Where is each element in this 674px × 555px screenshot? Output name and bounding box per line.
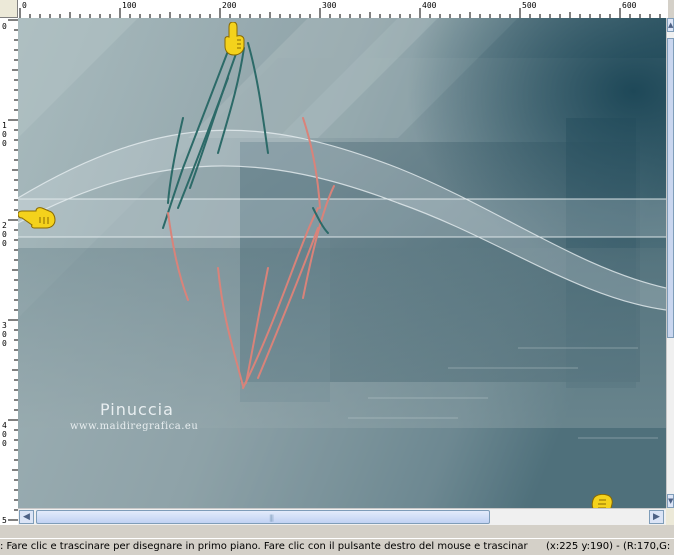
horizontal-scrollbar[interactable]: ◀ ||| ▶ [18,508,666,525]
horizontal-scroll-thumb[interactable]: ||| [36,510,490,524]
vertical-scrollbar[interactable]: ▲ ▼ [666,18,674,508]
watermark-title: Pinuccia [100,400,174,419]
ruler-corner [0,0,18,18]
scrollbar-corner [666,508,674,525]
ruler-top-label: 0 [22,1,27,10]
ruler-left-ticks [8,19,18,521]
pointing-hand-icon [17,207,56,233]
scroll-right-arrow-icon[interactable]: ▶ [649,510,664,524]
scroll-up-arrow-icon[interactable]: ▲ [667,18,674,32]
ruler-left-label: 2 0 0 [2,221,7,248]
window-frame-gap [0,525,674,538]
ruler-left-label: 0 [2,22,7,31]
ruler-left-label: 3 0 0 [2,321,7,348]
ruler-left-label: 5 [2,516,7,525]
scroll-grip: ||| [269,514,274,522]
image-canvas[interactable]: Pinuccia www.maidiregrafica.eu [18,18,666,508]
scroll-down-arrow-icon[interactable]: ▼ [667,494,674,508]
status-message: : Fare clic e trascinare per disegnare i… [0,541,528,552]
ruler-top-label: 400 [422,1,437,10]
ruler-top-ticks [19,8,661,18]
vertical-scroll-thumb[interactable] [667,38,674,338]
ruler-left[interactable]: 0 1 0 0 2 0 0 3 0 0 4 0 0 5 [0,18,19,526]
status-bar: : Fare clic e trascinare per disegnare i… [0,538,674,555]
ruler-left-label: 4 0 0 [2,421,7,448]
ruler-top[interactable]: 0 100 200 300 400 500 600 [18,0,668,19]
ruler-top-label: 600 [622,1,637,10]
ruler-top-label: 200 [222,1,237,10]
ruler-left-label: 1 0 0 [2,121,7,148]
ruler-top-label: 500 [522,1,537,10]
canvas-artwork [18,18,666,508]
pointing-hand-icon [224,21,246,60]
status-coordinates: (x:225 y:190) - (R:170,G: [546,541,671,552]
ruler-top-label: 100 [122,1,137,10]
ruler-top-label: 300 [322,1,337,10]
scroll-left-arrow-icon[interactable]: ◀ [19,510,34,524]
watermark-url: www.maidiregrafica.eu [70,421,199,432]
